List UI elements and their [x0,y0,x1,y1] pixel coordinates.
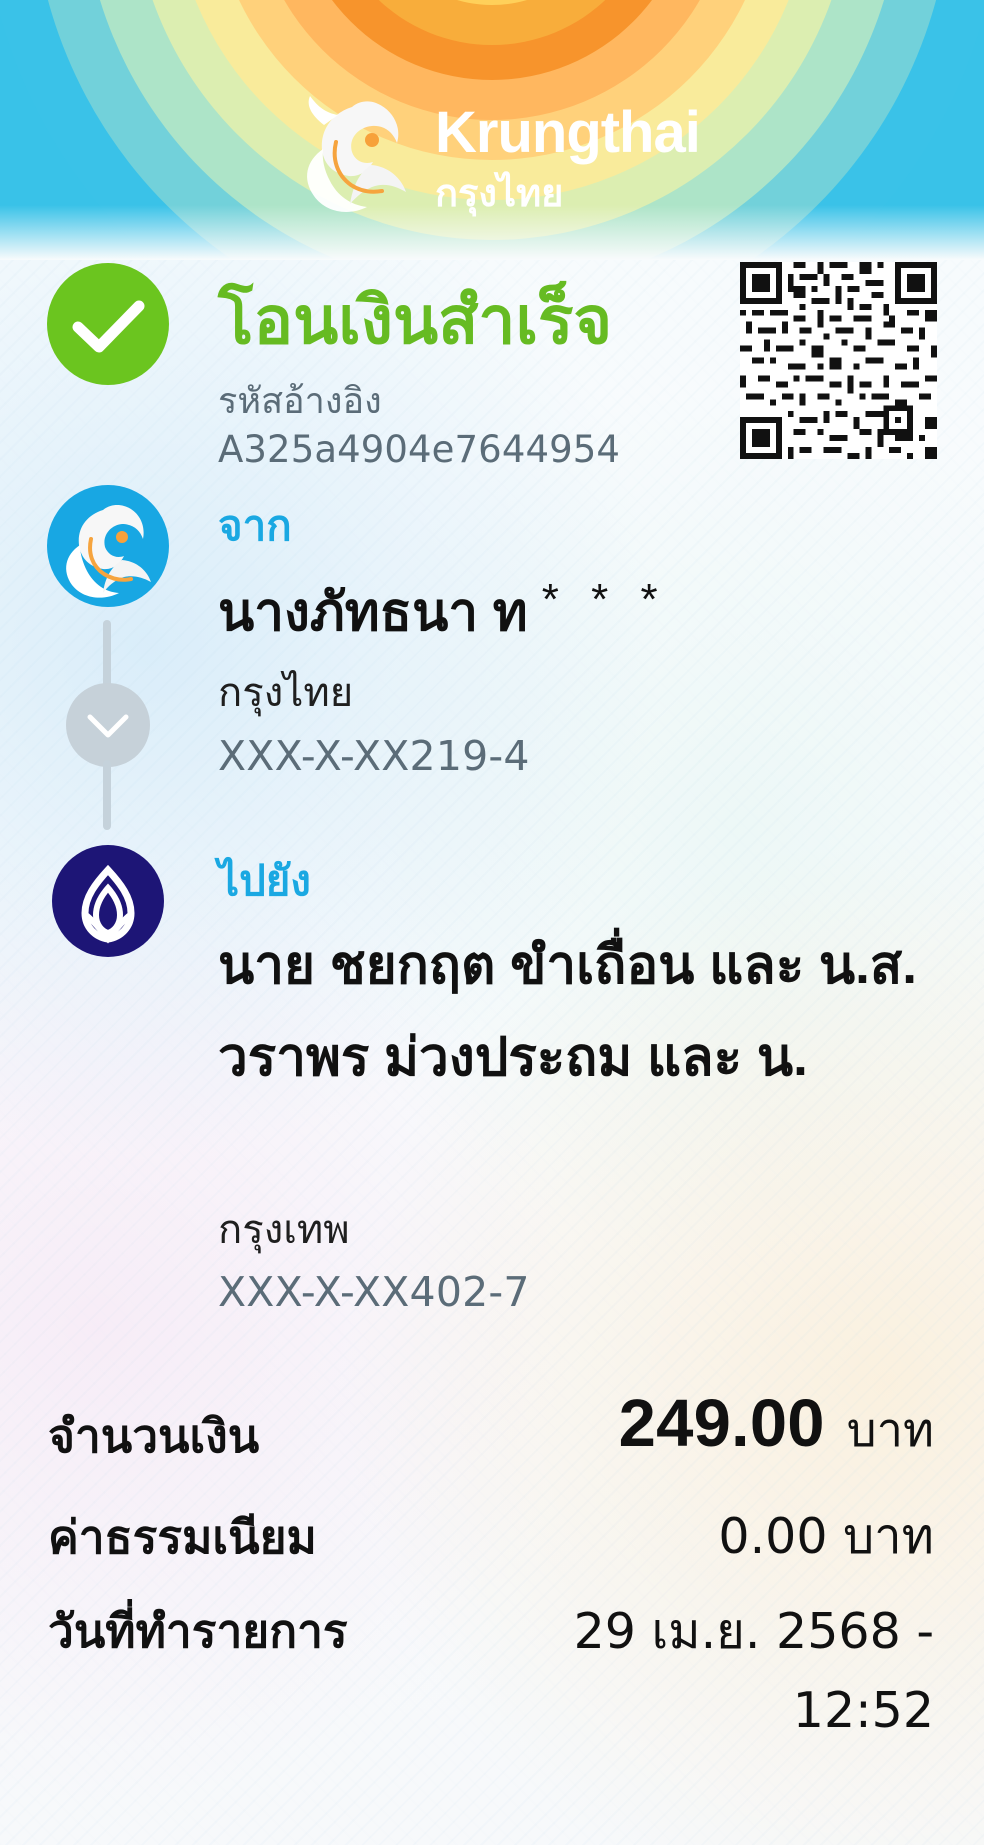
chevron-down-icon [87,714,129,738]
recipient-bank-icon [52,845,164,957]
transfer-line-bottom [103,760,111,830]
recipient-account-number: XXX-X-XX402-7 [218,1268,530,1316]
brand-name-english: Krungthai [435,100,701,165]
bangkok-bank-lotus-icon [81,864,135,944]
check-icon [72,300,145,353]
brand-name-thai: กรุงไทย [435,173,564,215]
amount-value: 249.00 บาท [619,1385,934,1467]
success-check-circle [47,263,169,385]
sender-name: นางภัทธนา ท * * * [218,570,668,654]
recipient-name: นาย ชยกฤต ขำเถื่อน และ น.ส. วราพร ม่วงปร… [218,936,917,1087]
masked-name-suffix: * * * [541,575,668,624]
recipient-label: ไปยัง [218,857,311,904]
sender-bank-icon [47,485,169,607]
sender-bank-name: กรุงไทย [218,670,354,716]
fee-value: 0.00 บาท [718,1508,934,1565]
transfer-direction-indicator [66,683,150,767]
reference-number: A325a4904e7644954 [218,428,621,471]
recipient-bank-name: กรุงเทพ [218,1207,350,1253]
reference-label: รหัสอ้างอิง [218,381,382,422]
amount-label: จำนวนเงิน [48,1410,260,1462]
qr-code [740,262,937,459]
transfer-success-title: โอนเงินสำเร็จ [218,283,613,357]
sender-account-number: XXX-X-XX219-4 [218,732,530,780]
amount-number: 249.00 [618,1386,825,1461]
amount-currency: บาท [846,1403,934,1458]
krungthai-bird-logo-icon [307,96,406,212]
krungthai-header-banner: Krungthai กรุงไทย [0,0,984,260]
transaction-date-value: 29 เม.ย. 2568 - 12:52 [573,1603,934,1739]
krungthai-bird-icon [66,505,151,598]
sender-name-text: นางภัทธนา ท [218,583,528,642]
transaction-date-label: วันที่ทำรายการ [48,1605,348,1657]
sender-label: จาก [218,502,292,549]
fee-label: ค่าธรรมเนียม [48,1511,317,1563]
